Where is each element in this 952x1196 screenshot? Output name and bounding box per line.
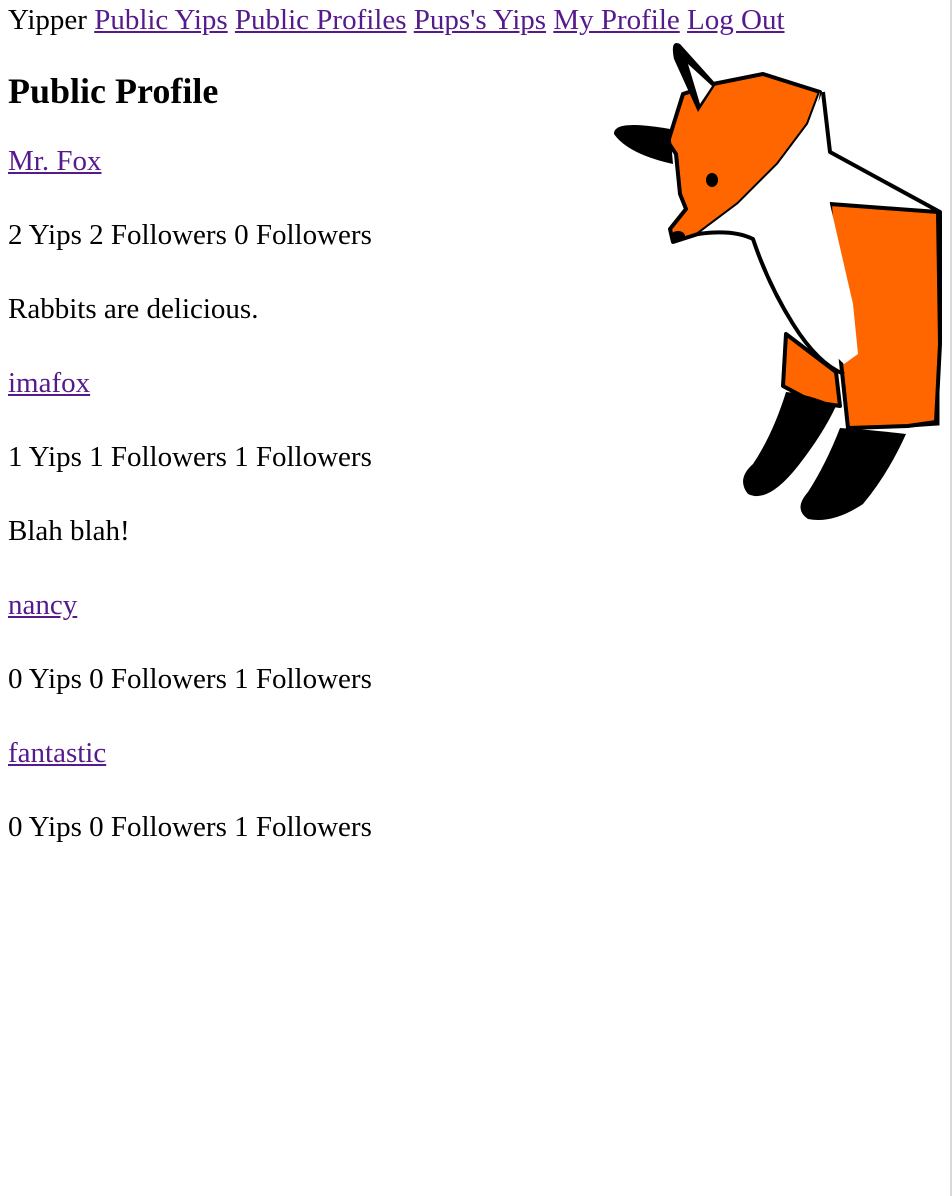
following-count: 1 Followers	[234, 441, 372, 473]
nav-link-my-profile[interactable]: My Profile	[553, 4, 679, 36]
profile-stats: 0 Yips 0 Followers 1 Followers	[8, 806, 608, 880]
profile-item: Mr. Fox 2 Yips 2 Followers 0 Followers R…	[8, 140, 608, 362]
profile-stats: 0 Yips 0 Followers 1 Followers	[8, 658, 608, 732]
following-count: 1 Followers	[234, 811, 372, 843]
profile-name-link[interactable]: nancy	[8, 589, 77, 621]
yip-count: 2 Yips	[8, 219, 82, 251]
follower-count: 1 Followers	[89, 441, 227, 473]
yip-count: 0 Yips	[8, 811, 82, 843]
profile-name-link[interactable]: imafox	[8, 367, 90, 399]
follower-count: 2 Followers	[89, 219, 227, 251]
nav-link-public-profiles[interactable]: Public Profiles	[235, 4, 407, 36]
profile-bio: Rabbits are delicious.	[8, 293, 259, 325]
following-count: 0 Followers	[234, 219, 372, 251]
page-title: Public Profile	[8, 71, 219, 111]
nav-link-pups-yips[interactable]: Pups's Yips	[414, 4, 546, 36]
profile-name-link[interactable]: Mr. Fox	[8, 145, 101, 177]
profile-item: nancy 0 Yips 0 Followers 1 Followers	[8, 584, 608, 732]
profile-list: Mr. Fox 2 Yips 2 Followers 0 Followers R…	[8, 140, 608, 880]
fox-mascot-icon	[613, 43, 942, 520]
nav-link-public-yips[interactable]: Public Yips	[94, 4, 227, 36]
profile-item: imafox 1 Yips 1 Followers 1 Followers Bl…	[8, 362, 608, 584]
brand-name: Yipper	[8, 4, 87, 36]
profile-stats: 1 Yips 1 Followers 1 Followers	[8, 436, 608, 510]
follower-count: 0 Followers	[89, 663, 227, 695]
profile-name-link[interactable]: fantastic	[8, 737, 106, 769]
top-nav: Yipper Public Yips Public Profiles Pups'…	[8, 2, 785, 38]
yip-count: 0 Yips	[8, 663, 82, 695]
nav-link-log-out[interactable]: Log Out	[687, 4, 784, 36]
follower-count: 0 Followers	[89, 811, 227, 843]
following-count: 1 Followers	[234, 663, 372, 695]
profile-stats: 2 Yips 2 Followers 0 Followers	[8, 214, 608, 288]
profile-bio: Blah blah!	[8, 515, 130, 547]
profile-item: fantastic 0 Yips 0 Followers 1 Followers	[8, 732, 608, 880]
yip-count: 1 Yips	[8, 441, 82, 473]
